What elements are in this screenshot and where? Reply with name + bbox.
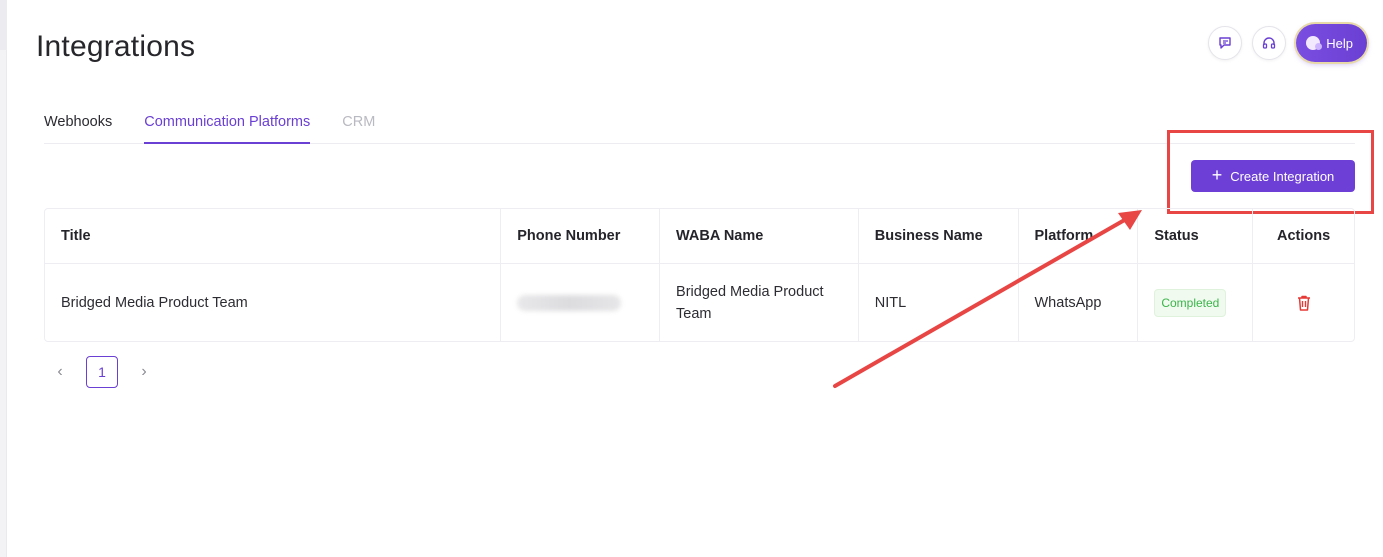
column-header-phone-number: Phone Number: [501, 209, 661, 263]
next-page-button[interactable]: ›: [132, 356, 156, 388]
pagination: ‹ 1 ›: [48, 356, 156, 388]
tab-webhooks[interactable]: Webhooks: [44, 112, 112, 144]
tab-bar: Webhooks Communication Platforms CRM: [44, 112, 1355, 144]
left-sidebar-edge: [0, 0, 7, 557]
cell-platform: WhatsApp: [1019, 264, 1139, 341]
waba-name-text: Bridged Media Product Team: [676, 283, 824, 322]
page-title: Integrations: [36, 30, 196, 63]
cell-title: Bridged Media Product Team: [45, 264, 502, 341]
help-button[interactable]: Help: [1296, 24, 1367, 62]
help-label: Help: [1326, 35, 1353, 51]
redacted-phone-number: [517, 294, 622, 311]
cell-waba-name: Bridged Media Product Team: [660, 264, 859, 341]
create-integration-label: Create Integration: [1230, 168, 1335, 184]
column-header-waba-name: WABA Name: [660, 209, 859, 263]
table-header-row: Title Phone Number WABA Name Business Na…: [45, 209, 1354, 264]
sidebar-edge-mark: [0, 0, 7, 50]
prev-page-button[interactable]: ‹: [48, 356, 72, 388]
plus-icon: +: [1211, 165, 1223, 185]
column-header-status: Status: [1138, 209, 1254, 263]
cell-status: Completed: [1138, 264, 1254, 341]
status-badge: Completed: [1154, 288, 1227, 317]
page-number-current[interactable]: 1: [86, 356, 118, 388]
cell-business-name: NITL: [859, 264, 1019, 341]
chat-button[interactable]: [1208, 26, 1243, 60]
chat-icon: [1219, 37, 1231, 49]
delete-icon[interactable]: [1296, 294, 1312, 312]
column-header-business-name: Business Name: [859, 209, 1019, 263]
top-actions: Help: [1208, 24, 1367, 62]
column-header-title: Title: [45, 209, 502, 263]
table-row: Bridged Media Product Team Bridged Media…: [45, 264, 1354, 341]
create-integration-button[interactable]: + Create Integration: [1191, 160, 1355, 192]
headphones-icon: [1263, 37, 1276, 49]
integrations-table: Title Phone Number WABA Name Business Na…: [44, 208, 1355, 342]
support-button[interactable]: [1252, 26, 1287, 60]
cell-phone-number: [501, 264, 661, 341]
tab-communication-platforms[interactable]: Communication Platforms: [144, 112, 311, 144]
column-header-actions: Actions: [1277, 228, 1331, 244]
column-header-platform: Platform: [1019, 209, 1139, 263]
cell-actions: [1253, 264, 1354, 341]
help-icon: [1306, 36, 1323, 50]
tab-crm[interactable]: CRM: [342, 112, 375, 144]
